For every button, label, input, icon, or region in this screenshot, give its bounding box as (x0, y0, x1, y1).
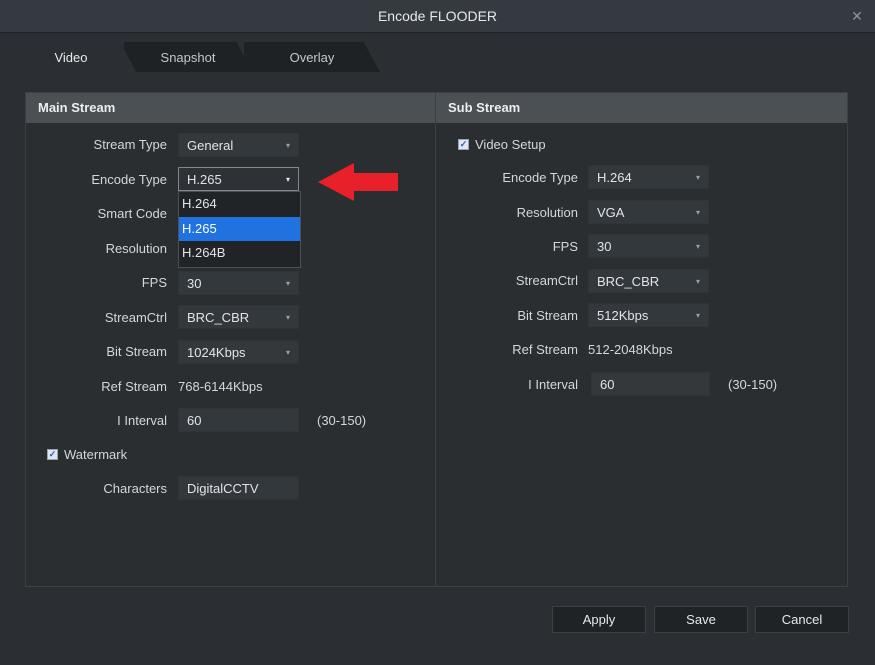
sub-stream-ctrl-select[interactable]: BRC_CBR ▾ (588, 269, 709, 293)
sub-encode-type-select[interactable]: H.264 ▾ (588, 165, 709, 189)
encode-type-select[interactable]: H.265 ▾ (178, 167, 299, 191)
stream-type-value: General (187, 138, 234, 153)
characters-input[interactable]: DigitalCCTV (178, 476, 299, 500)
tab-video[interactable]: Video (6, 42, 136, 72)
sub-fps-value: 30 (597, 239, 612, 254)
title-bar: Encode FLOODER ✕ (0, 0, 875, 33)
i-interval-input[interactable]: 60 (178, 408, 299, 432)
save-button[interactable]: Save (654, 606, 748, 633)
sub-fps-select[interactable]: 30 ▾ (588, 234, 709, 258)
sub-i-interval-input[interactable]: 60 (591, 372, 710, 396)
chevron-down-icon: ▾ (285, 313, 290, 322)
watermark-label: Watermark (64, 447, 128, 462)
stream-type-select[interactable]: General ▾ (178, 133, 299, 157)
sub-resolution-value: VGA (597, 205, 625, 220)
encode-type-label: Encode Type (91, 172, 167, 187)
smart-code-label: Smart Code (97, 206, 167, 221)
video-setup-checkbox[interactable]: ✓ (458, 139, 469, 150)
sub-ref-stream-label: Ref Stream (512, 342, 578, 357)
fps-select[interactable]: 30 ▾ (178, 271, 299, 295)
sub-resolution-select[interactable]: VGA ▾ (588, 200, 709, 224)
chevron-down-icon: ▾ (695, 173, 700, 182)
encode-option-h264[interactable]: H.264 (179, 192, 300, 216)
watermark-checkbox[interactable]: ✓ (47, 449, 58, 460)
fps-value: 30 (187, 276, 202, 291)
sub-resolution-label: Resolution (516, 205, 578, 220)
video-setup-label: Video Setup (475, 137, 546, 152)
ref-stream-label: Ref Stream (101, 379, 167, 394)
bit-stream-value: 1024Kbps (187, 345, 246, 360)
encode-option-h265[interactable]: H.265 (179, 217, 300, 241)
cancel-button[interactable]: Cancel (755, 606, 849, 633)
sub-bit-stream-label: Bit Stream (517, 308, 578, 323)
chevron-down-icon: ▾ (695, 311, 700, 320)
sub-bit-stream-select[interactable]: 512Kbps ▾ (588, 303, 709, 327)
bit-stream-label: Bit Stream (106, 344, 167, 359)
resolution-label: Resolution (105, 241, 167, 256)
stream-ctrl-value: BRC_CBR (187, 310, 250, 325)
encode-type-dropdown: H.264 H.265 H.264B (178, 191, 301, 268)
sub-encode-type-label: Encode Type (502, 170, 578, 185)
apply-button[interactable]: Apply (552, 606, 646, 633)
sub-encode-type-value: H.264 (597, 170, 632, 185)
chevron-down-icon: ▾ (285, 175, 290, 184)
stream-type-label: Stream Type (93, 137, 167, 152)
encode-type-value: H.265 (187, 172, 222, 187)
stream-ctrl-select[interactable]: BRC_CBR ▾ (178, 305, 299, 329)
close-icon[interactable]: ✕ (847, 6, 867, 26)
sub-fps-label: FPS (552, 239, 578, 254)
sub-i-interval-range: (30-150) (728, 377, 778, 392)
tab-overlay[interactable]: Overlay (244, 42, 380, 72)
chevron-down-icon: ▾ (285, 279, 290, 288)
sub-ref-stream-value: 512-2048Kbps (588, 342, 673, 357)
main-stream-header: Main Stream (26, 93, 435, 123)
tab-snapshot[interactable]: Snapshot (124, 42, 252, 72)
tab-bar: Overlay Snapshot Video (6, 42, 386, 72)
window-title: Encode FLOODER (377, 8, 498, 24)
sub-stream-ctrl-label: StreamCtrl (515, 273, 578, 288)
annotation-arrow-icon (318, 163, 398, 201)
sub-i-interval-label: I Interval (528, 377, 578, 392)
fps-label: FPS (141, 275, 167, 290)
ref-stream-value: 768-6144Kbps (178, 379, 263, 394)
encode-option-h264b[interactable]: H.264B (179, 241, 300, 265)
characters-label: Characters (103, 481, 167, 496)
sub-stream-header: Sub Stream (436, 93, 847, 123)
stream-ctrl-label: StreamCtrl (104, 310, 167, 325)
chevron-down-icon: ▾ (285, 141, 290, 150)
chevron-down-icon: ▾ (285, 348, 290, 357)
i-interval-range: (30-150) (317, 413, 367, 428)
chevron-down-icon: ▾ (695, 242, 700, 251)
chevron-down-icon: ▾ (695, 277, 700, 286)
sub-bit-stream-value: 512Kbps (597, 308, 649, 323)
sub-stream-ctrl-value: BRC_CBR (597, 274, 660, 289)
i-interval-label: I Interval (117, 413, 167, 428)
chevron-down-icon: ▾ (695, 208, 700, 217)
bit-stream-select[interactable]: 1024Kbps ▾ (178, 340, 299, 364)
